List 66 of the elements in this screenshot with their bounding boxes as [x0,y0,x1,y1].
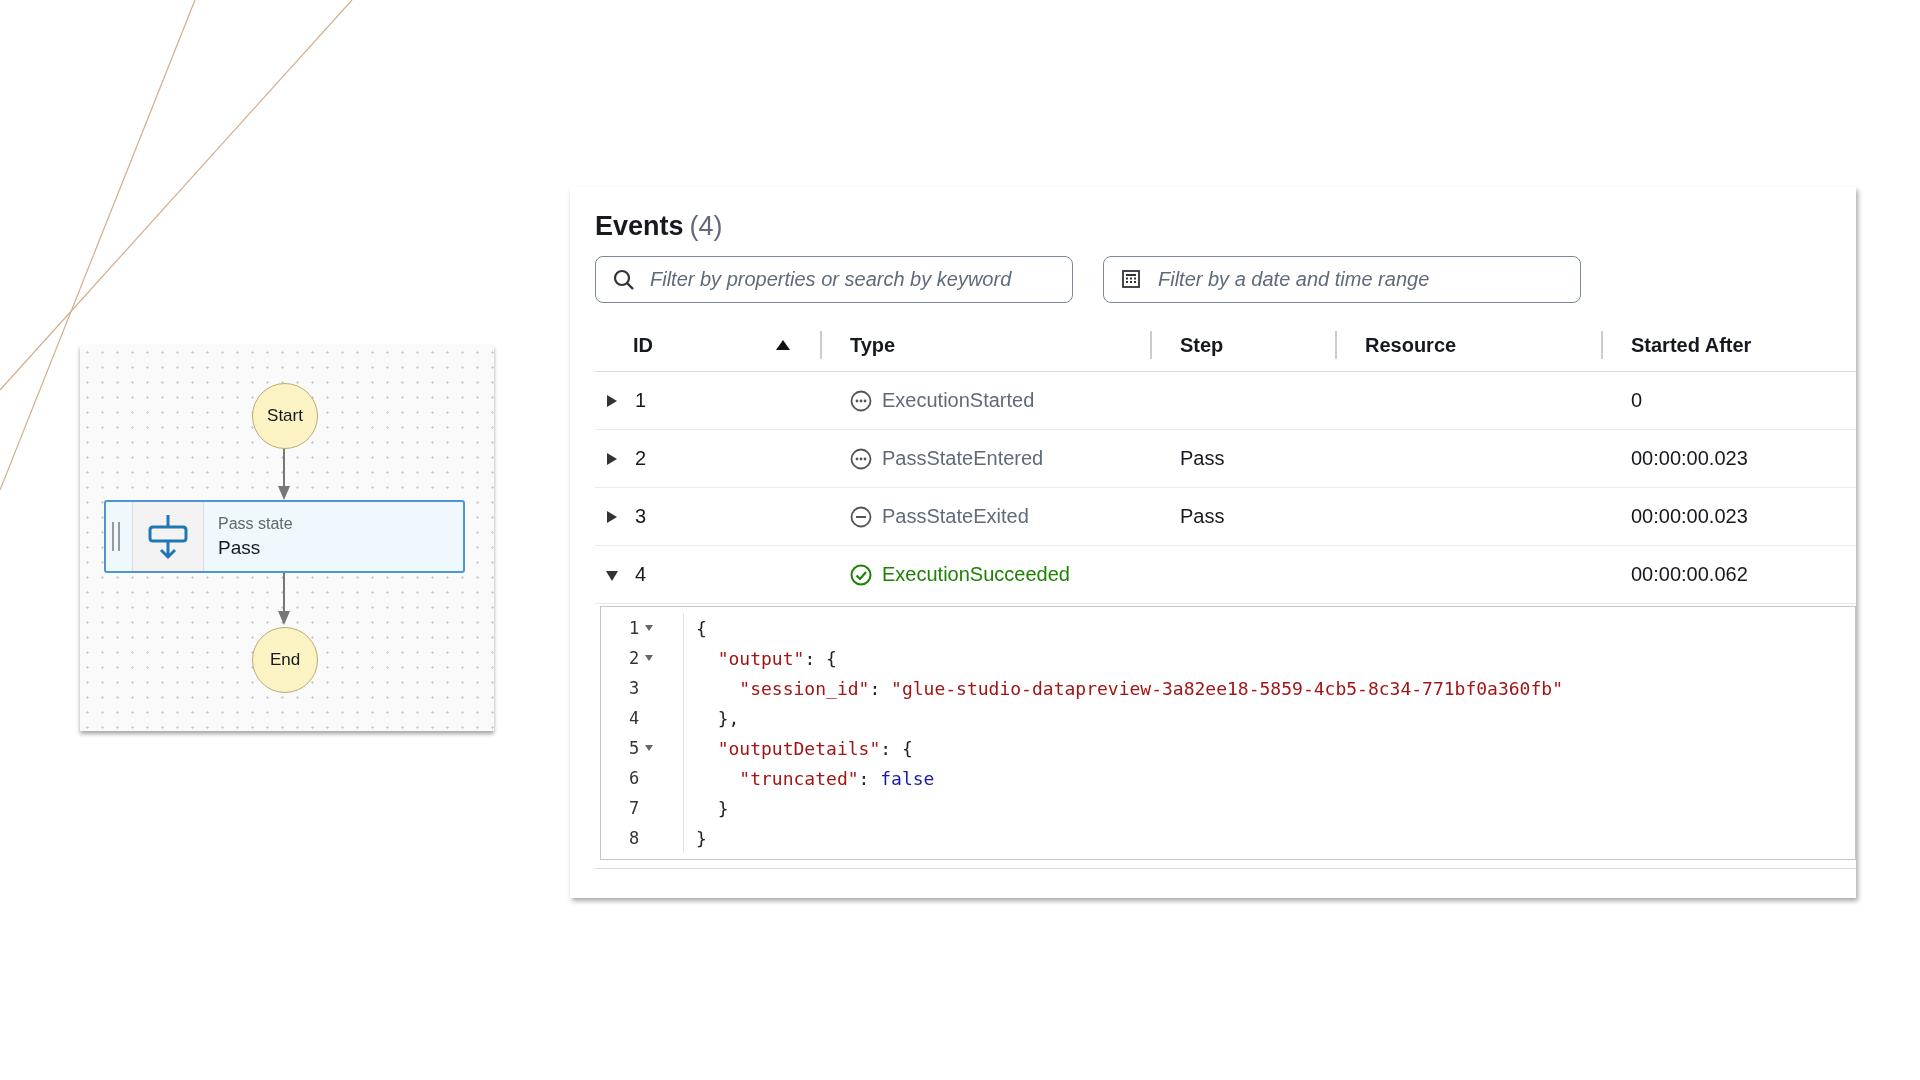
edge-arrow [278,447,290,500]
pass-state-icon [148,512,188,561]
column-header-cell[interactable]: ID [595,319,820,371]
event-type: ExecutionSucceeded [882,563,1070,586]
code-line: { [696,617,707,639]
code-line: } [696,827,707,849]
ellipsis-circle-icon [850,447,872,470]
search-field[interactable]: Filter by properties or search by keyword [595,256,1073,303]
started-after-time: 0 [1631,389,1643,412]
started-after-time: 00:00:00.062 [1631,563,1748,586]
fold-caret-icon[interactable] [645,625,654,631]
pass-state-node[interactable]: Pass state Pass [104,500,465,573]
code-line: "outputDetails": { [716,737,913,759]
event-id: 2 [635,447,647,470]
check-circle-icon [850,563,872,586]
column-header-cell[interactable]: Resource [1335,331,1601,359]
column-header-cell[interactable]: Started After [1601,331,1856,359]
line-number: 4 [629,708,640,728]
expand-toggle-icon[interactable] [605,509,619,524]
event-id: 1 [635,389,647,412]
state-name: Pass [218,536,262,559]
column-header[interactable]: Step [1180,333,1224,357]
event-id: 3 [635,505,647,528]
event-type: ExecutionStarted [882,389,1035,412]
column-header[interactable]: ID [633,333,653,357]
search-icon [613,269,635,291]
column-header[interactable]: Type [850,333,896,357]
started-after-time: 00:00:00.023 [1631,505,1748,528]
terminal-node: End [252,627,318,693]
code-line: }, [716,707,740,729]
code-line: "session_id": "glue-studio-datapreview-3a82ee18-5859-4cb5-8c34-771bf0a360fb" [738,677,1563,699]
code-line: } [716,797,729,819]
expand-toggle-icon[interactable] [605,451,619,466]
column-header-cell[interactable]: Step [1150,331,1335,359]
date-range-field[interactable]: Filter by a date and time range [1103,256,1581,303]
expand-toggle-icon[interactable] [605,393,619,408]
event-type: PassStateExited [882,505,1029,528]
step-name: Pass [1180,505,1225,528]
event-type: PassStateEntered [882,447,1044,470]
step-name: Pass [1180,447,1225,470]
state-type-label: Pass state [218,514,293,533]
terminal-node: Start [252,383,318,449]
column-header[interactable]: Started After [1631,333,1752,357]
code-line: "output": { [716,647,837,669]
started-after-time: 00:00:00.023 [1631,447,1748,470]
line-number: 7 [629,798,640,818]
edge-arrow [278,572,290,625]
sort-ascending-icon[interactable] [776,340,790,350]
line-number: 5 [629,738,640,758]
column-header[interactable]: Resource [1365,333,1457,357]
line-number: 2 [629,648,640,668]
panel-title: Events [595,211,684,242]
minus-circle-icon [850,505,872,528]
calendar-icon [1121,269,1141,289]
line-number: 3 [629,678,640,698]
line-number: 6 [629,768,640,788]
line-number: 1 [629,618,640,638]
column-header-cell[interactable]: Type [820,331,1150,359]
drag-handle-icon[interactable] [112,522,120,551]
line-number: 8 [629,828,640,848]
fold-caret-icon[interactable] [645,745,654,751]
ellipsis-circle-icon [850,389,872,412]
event-id: 4 [635,563,647,586]
fold-caret-icon[interactable] [645,655,654,661]
event-count: (4) [689,211,723,242]
code-line: "truncated": false [738,767,935,789]
